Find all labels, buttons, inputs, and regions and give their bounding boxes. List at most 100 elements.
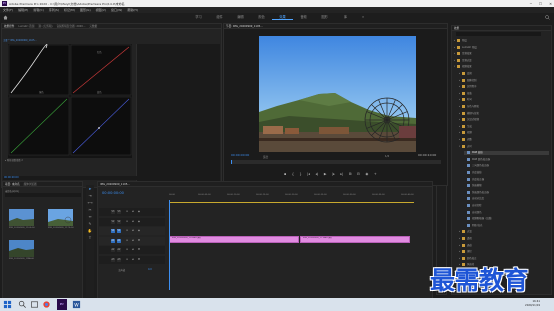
menu-clip[interactable]: 剪辑(C) [33,8,43,12]
effects-folder[interactable]: ▸ 实用程序 [459,85,549,89]
workspace-more-button[interactable]: » [362,15,364,19]
close-button[interactable]: ✕ [549,2,552,6]
effects-folder[interactable]: ▾ 视频效果 [454,65,549,69]
workspace-tab-assembly[interactable]: 组件 [209,15,230,20]
effect-item[interactable]: 自动色阶 [464,204,549,208]
effect-item[interactable]: RGB 曲线 [464,151,549,156]
tab-source[interactable]: 源: (无剪辑) [38,24,52,28]
sync-icon[interactable]: ⇄ [131,239,135,243]
workspace-tab-graphics[interactable]: 图形 [314,15,335,20]
type-tool-icon[interactable]: T [88,236,93,241]
track-target-button[interactable]: V3 [117,210,121,214]
search-icon[interactable] [545,15,550,20]
source-patch-button[interactable]: A1 [111,238,115,243]
timeline-clip[interactable]: IMG_20200909_110940.jpg [169,236,299,243]
menu-file[interactable]: 文件(F) [3,8,13,12]
track-header[interactable]: V2 V2 ⊡ ⇄ ◉ [99,217,165,226]
ripple-edit-tool-icon[interactable]: ⟷ [88,201,93,206]
effects-folder[interactable]: ▸ 音频效果 [454,52,549,56]
button-editor-button[interactable]: + [374,172,377,176]
effects-folder[interactable]: ▸ 沉浸式视频 [459,118,549,122]
menu-view[interactable]: 视图(V) [96,8,106,12]
effects-folder[interactable]: ▸ 通道 [459,243,549,248]
track-header[interactable]: V3 V3 ⊡ ⇄ ◉ [99,208,165,216]
play-button[interactable]: ▶ [324,172,327,176]
browser-icon[interactable] [42,300,51,309]
track-target-button[interactable]: A2 [117,248,121,252]
lock-icon[interactable]: ⊡ [125,258,129,262]
source-patch-button[interactable]: A2 [111,248,115,252]
sync-icon[interactable]: ⇄ [131,210,135,214]
source-patch-button[interactable]: V2 [111,219,115,224]
program-scrub-bar[interactable] [231,160,441,164]
effect-controls-timecode[interactable]: 00:00:00:00 [4,176,19,179]
work-area-bar[interactable] [169,202,414,203]
master-volume-value[interactable]: 0.0 [148,268,152,271]
tab-metadata[interactable]: 元数据 [89,24,97,28]
sync-icon[interactable]: ⇄ [131,229,135,233]
tab-effect-controls[interactable]: 效果控件 [4,24,14,28]
menu-edit[interactable]: 编辑(E) [18,8,28,12]
effect-item[interactable]: RGB 颜色校正器 [464,157,549,162]
effect-item[interactable]: 亮度曲线 [464,171,549,175]
effect-item[interactable]: 自动颜色 [464,210,549,215]
project-clip-thumbnail[interactable] [9,209,34,226]
mute-icon[interactable]: M [137,239,141,243]
lock-icon[interactable]: ⊡ [125,220,129,224]
sync-icon[interactable]: ⇄ [131,248,135,252]
effects-folder[interactable]: ▸ 模糊与锐化 [459,111,549,116]
effect-item[interactable]: 快速模糊 [464,184,549,188]
workspace-tab-learn[interactable]: 学习 [188,15,209,20]
extract-button[interactable]: ⊟ [357,172,360,176]
hand-tool-icon[interactable]: ✋ [88,229,93,234]
timeline-clip[interactable]: IMG_20200909_171445.jpg [300,236,410,243]
effects-search-input[interactable] [456,32,541,36]
zoom-fit-select[interactable]: 适合 [263,155,268,159]
tab-media-browser[interactable]: 媒体浏览器 [24,182,37,186]
effect-item[interactable]: 阴影/高光 [464,223,549,228]
pen-tool-icon[interactable]: ✎ [88,222,93,227]
effect-item[interactable]: 三向颜色校正器 [464,164,549,168]
track-target-button[interactable]: A1 [117,238,121,243]
source-patch-button[interactable]: A3 [111,257,115,262]
eye-icon[interactable]: ◉ [137,229,141,233]
program-timecode[interactable]: 00:00:00:00 [231,153,249,157]
menu-sequence[interactable]: 序列(S) [49,8,59,12]
menu-graphics[interactable]: 图形(G) [80,8,91,12]
go-to-out-button[interactable]: ▸| [340,172,343,176]
minimize-button[interactable]: ─ [530,2,532,6]
add-marker-button[interactable]: ▪ [284,172,286,176]
windows-start-icon[interactable] [3,300,12,309]
tab-audio-mixer[interactable]: 音频剪辑混合器: 2020... [56,24,85,28]
home-icon[interactable] [3,15,8,20]
word-icon[interactable]: W [72,300,81,309]
timeline-timecode[interactable]: 00:00:00:00 [102,191,124,195]
step-forward-button[interactable]: |▸ [332,172,335,176]
effects-folder[interactable]: ▸ 时间 [459,98,549,102]
eye-icon[interactable]: ◉ [137,220,141,224]
effects-folder[interactable]: ▸ 杂色与颗粒 [459,105,549,109]
effects-folder[interactable]: ▸ 音频过渡 [454,58,549,63]
search-icon[interactable] [18,300,27,309]
timeline-ruler[interactable]: 00:00 00:00:05:00 00:00:10:00 00:00:15:00 00… [169,194,414,200]
source-patch-button[interactable]: V1 [111,229,115,233]
workspace-tab-libraries[interactable]: 库 [335,15,356,20]
lock-icon[interactable]: ⊡ [125,239,129,243]
effects-folder[interactable]: ▸ 透视 [459,237,549,241]
maximize-button[interactable]: ☐ [539,2,542,6]
rgb-curves-graph[interactable] [8,44,132,158]
effects-folder[interactable]: ▾ 过时 [459,144,549,149]
tab-project[interactable]: 项目: 未命名 [5,182,20,186]
go-to-in-button[interactable]: |◂ [307,172,310,176]
mute-icon[interactable]: M [137,248,141,252]
project-clip-thumbnail[interactable] [48,209,73,226]
program-monitor-title[interactable]: 节目: IMG_20200909_1105... [226,24,263,28]
project-clip-thumbnail[interactable] [9,240,34,257]
track-header[interactable]: A2 A2 ⊡ ⇄ M [99,246,165,254]
tab-lumetri-scopes[interactable]: Lumetri 范围 [18,24,34,28]
lift-button[interactable]: ⊞ [349,172,352,176]
selection-tool-icon[interactable]: ➤ [88,187,93,192]
project-search-input[interactable] [5,193,81,197]
source-patch-button[interactable]: V3 [111,210,115,214]
timeline-playhead[interactable] [169,200,170,290]
